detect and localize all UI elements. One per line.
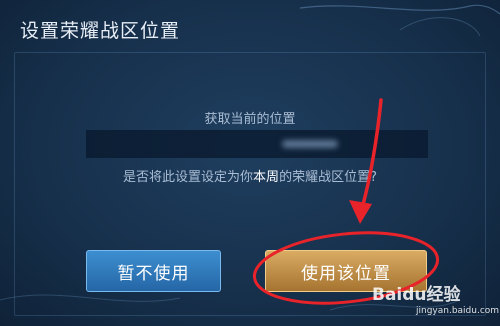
location-value-field xyxy=(86,130,428,158)
cancel-button-label: 暂不使用 xyxy=(117,263,190,284)
question-prefix: 是否将此设置设定为你 xyxy=(123,170,254,185)
question-highlight: 本周 xyxy=(253,170,280,185)
blurred-location-text xyxy=(282,140,338,148)
cancel-button[interactable]: 暂不使用 xyxy=(86,250,221,292)
watermark-brand: Baidu经验 xyxy=(372,285,461,305)
question-suffix: 的荣耀战区位置? xyxy=(279,170,377,185)
confirm-question: 是否将此设置设定为你本周的荣耀战区位置? xyxy=(0,166,500,185)
watermark-url: jingyan.baidu.com xyxy=(416,306,500,316)
location-subtitle: 获取当前的位置 xyxy=(204,112,296,127)
location-dialog: 设置荣耀战区位置 获取当前的位置 是否将此设置设定为你本周的荣耀战区位置? 暂不… xyxy=(0,0,500,326)
dialog-title: 设置荣耀战区位置 xyxy=(20,20,181,42)
